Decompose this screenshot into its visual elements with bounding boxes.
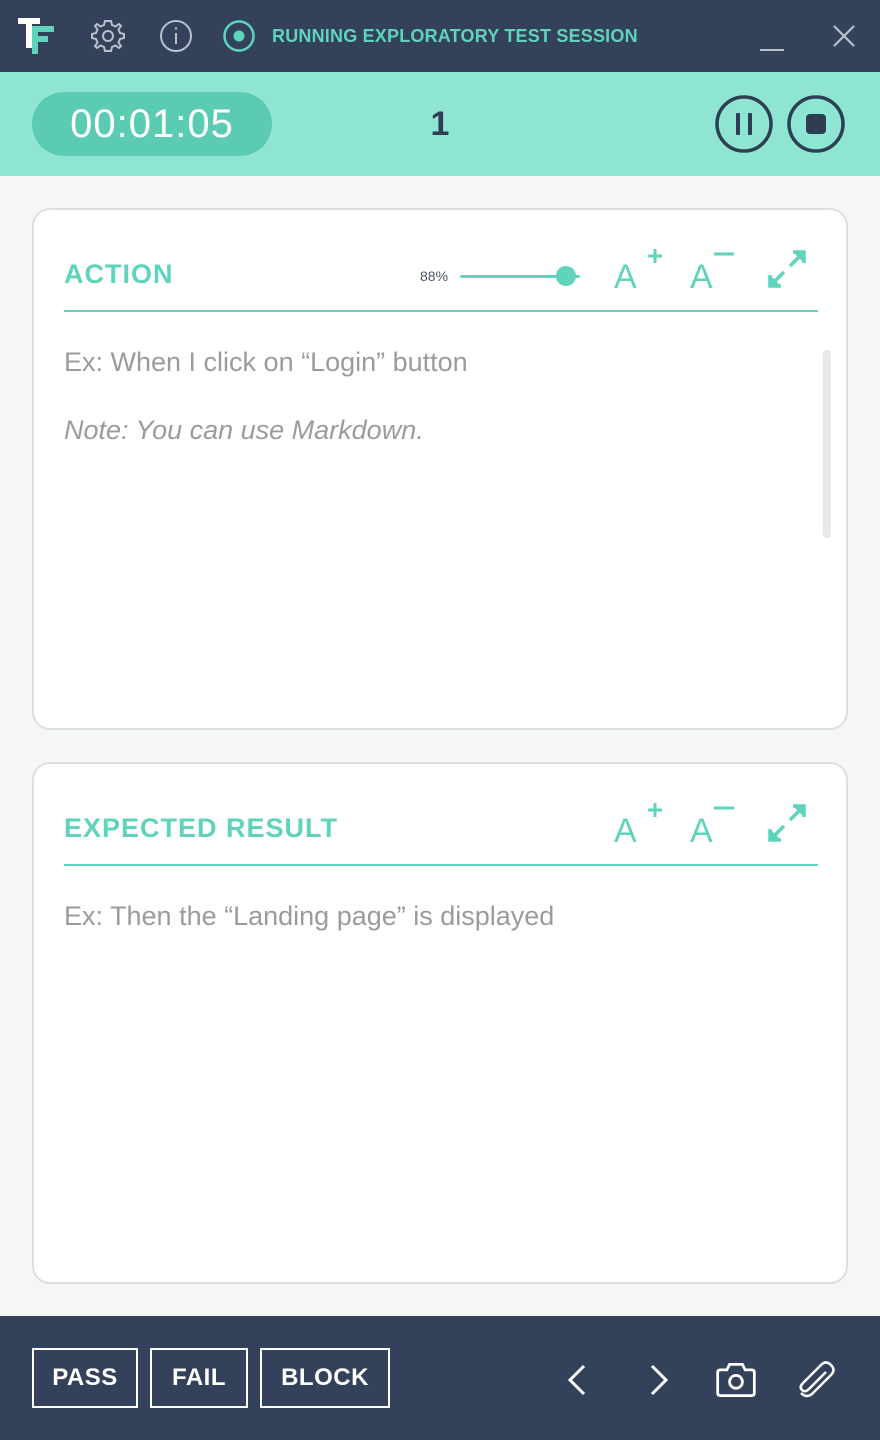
- font-decrease-icon[interactable]: A: [688, 798, 738, 848]
- action-placeholder: Ex: When I click on “Login” button: [64, 347, 468, 377]
- zoom-label: 88%: [420, 268, 449, 284]
- minimize-icon[interactable]: [760, 40, 784, 52]
- expected-header: EXPECTED RESULT A A: [64, 764, 818, 866]
- scrollbar[interactable]: [823, 350, 831, 538]
- svg-text:A: A: [690, 812, 713, 848]
- chevron-left-icon[interactable]: [556, 1358, 600, 1402]
- action-title: ACTION: [64, 259, 174, 289]
- stop-icon[interactable]: [786, 94, 846, 154]
- font-increase-icon[interactable]: A: [612, 244, 662, 294]
- expand-icon[interactable]: [762, 244, 812, 294]
- svg-text:A: A: [614, 812, 637, 848]
- paperclip-icon[interactable]: [794, 1358, 838, 1402]
- fail-button[interactable]: FAIL: [150, 1348, 248, 1408]
- chevron-right-icon[interactable]: [636, 1358, 680, 1402]
- expected-editor[interactable]: Ex: Then the “Landing page” is displayed: [64, 898, 804, 934]
- action-editor[interactable]: Ex: When I click on “Login” button Note:…: [64, 344, 804, 448]
- bottom-bar: PASS FAIL BLOCK: [0, 1316, 880, 1440]
- step-counter: 1: [430, 105, 450, 143]
- slider-thumb[interactable]: [555, 266, 576, 286]
- gear-icon[interactable]: [90, 18, 126, 54]
- record-icon: [223, 20, 255, 52]
- action-header: ACTION 88% A A: [64, 210, 818, 312]
- action-panel: ACTION 88% A A Ex: When I click on “Logi…: [32, 208, 848, 730]
- tf-logo-icon: [18, 18, 54, 54]
- font-increase-icon[interactable]: A: [612, 798, 662, 848]
- font-decrease-icon[interactable]: A: [688, 244, 738, 294]
- zoom-slider[interactable]: [460, 266, 582, 286]
- expected-title: EXPECTED RESULT: [64, 813, 339, 843]
- session-timer: 00:01:05: [32, 92, 272, 156]
- timer-bar: 00:01:05 1: [0, 72, 880, 176]
- block-button[interactable]: BLOCK: [260, 1348, 390, 1408]
- svg-text:A: A: [690, 258, 713, 294]
- camera-icon[interactable]: [714, 1358, 758, 1402]
- pause-icon[interactable]: [714, 94, 774, 154]
- markdown-note: Note: You can use Markdown.: [64, 415, 424, 445]
- expected-placeholder: Ex: Then the “Landing page” is displayed: [64, 901, 555, 931]
- close-icon[interactable]: [830, 22, 858, 50]
- expand-icon[interactable]: [762, 798, 812, 848]
- info-icon[interactable]: [158, 18, 194, 54]
- svg-text:A: A: [614, 258, 637, 294]
- title-bar: RUNNING EXPLORATORY TEST SESSION: [0, 0, 880, 72]
- session-title: RUNNING EXPLORATORY TEST SESSION: [272, 26, 638, 46]
- expected-result-panel: EXPECTED RESULT A A Ex: Then the “Landin…: [32, 762, 848, 1284]
- pass-button[interactable]: PASS: [32, 1348, 138, 1408]
